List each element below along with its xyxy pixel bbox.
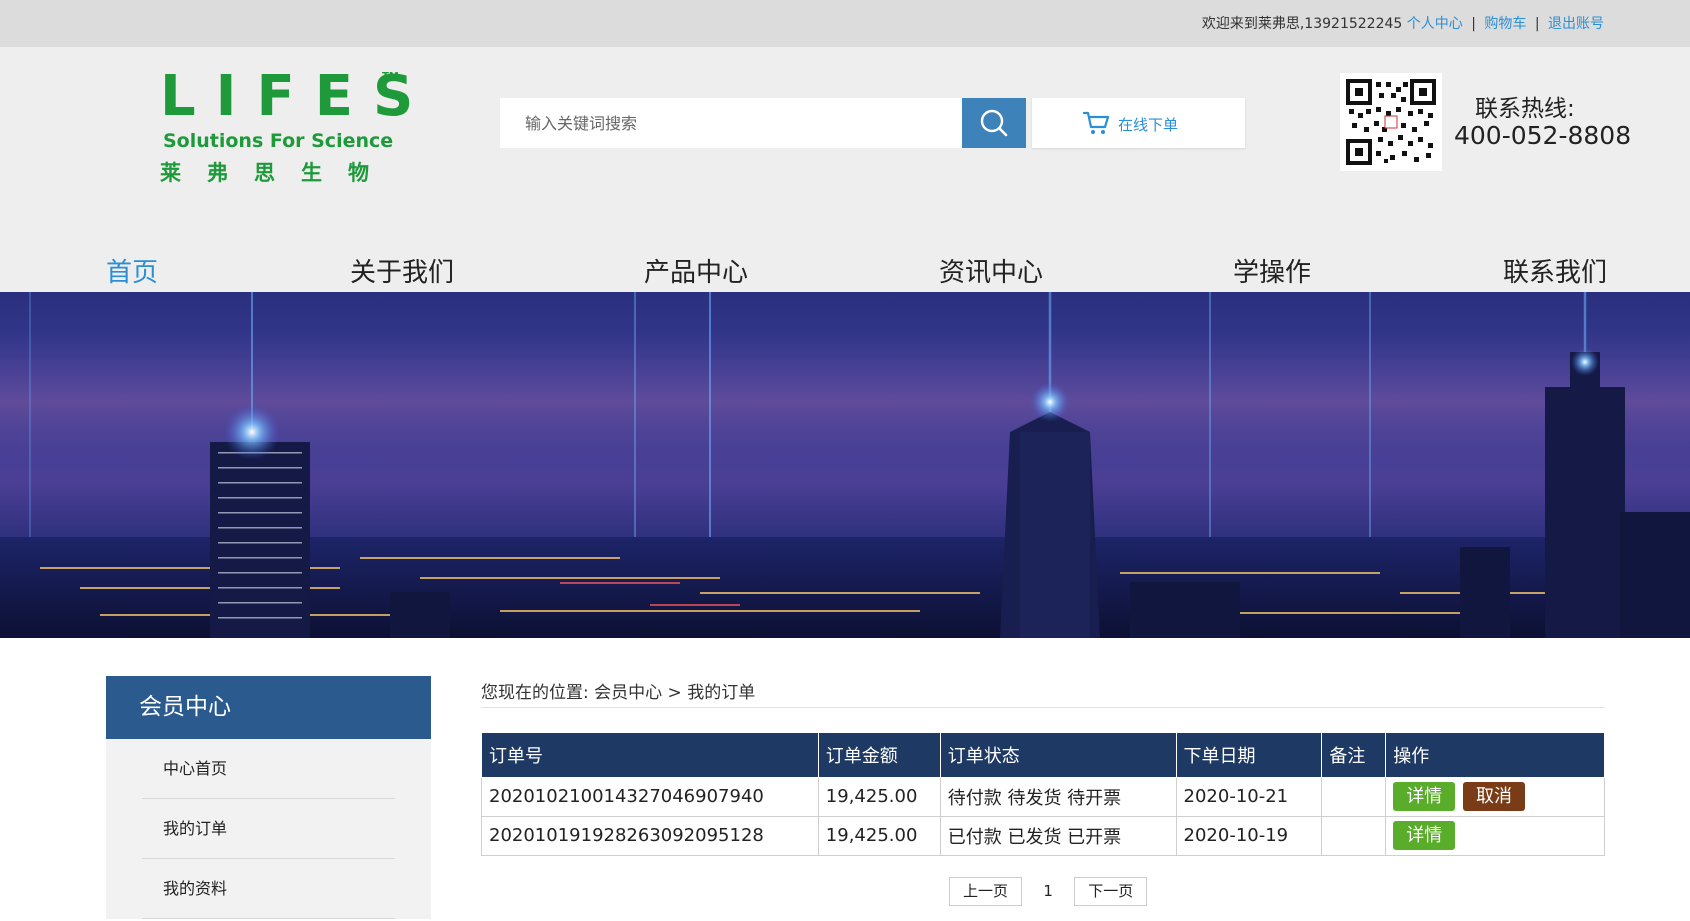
hotline-label: 联系热线: [1475,96,1575,122]
nav-item-news[interactable]: 资讯中心 [939,252,1043,289]
logo-chinese-name: 莱弗思生物 [160,161,395,185]
separator: | [1471,16,1476,32]
breadcrumb-member-center[interactable]: 会员中心 [594,683,662,703]
online-order-button[interactable]: 在线下单 [1032,98,1245,148]
next-page-button[interactable]: 下一页 [1074,877,1148,906]
column-header-date: 下单日期 [1175,733,1323,778]
table-row: 202010191928263092095128 19,425.00 已付款 已… [481,815,1605,856]
column-header-actions: 操作 [1385,733,1605,778]
column-header-status: 订单状态 [939,733,1177,778]
breadcrumb: 您现在的位置: 会员中心 > 我的订单 [481,678,1605,708]
sidebar-item-my-orders[interactable]: 我的订单 [142,799,395,859]
order-no-cell: 202010191928263092095128 [481,815,819,856]
online-order-label: 在线下单 [1118,116,1179,134]
detail-button[interactable]: 详情 [1393,782,1456,811]
search-bar [500,98,1026,148]
top-bar: 欢迎来到莱弗思,13921522245 个人中心 | 购物车 | 退出账号 [0,0,1690,47]
cart-icon [1082,111,1110,134]
amount-cell: 19,425.00 [817,776,941,817]
column-header-amount: 订单金额 [817,733,941,778]
current-page-number[interactable]: 1 [1027,877,1069,906]
logout-link[interactable]: 退出账号 [1548,16,1604,32]
breadcrumb-my-orders[interactable]: 我的订单 [687,683,755,703]
date-cell: 2020-10-19 [1175,815,1323,856]
column-header-order-no: 订单号 [481,733,819,778]
hero-banner [0,292,1690,638]
hotline-number: 400-052-8808 [1454,121,1632,150]
search-button[interactable] [962,98,1026,148]
orders-table: 订单号 订单金额 订单状态 下单日期 备注 操作 202010210014327… [481,733,1605,856]
note-cell [1321,815,1387,856]
member-sidebar: 会员中心 中心首页 我的订单 我的资料 [106,676,431,919]
welcome-text: 欢迎来到莱弗思,13921522245 [1201,16,1403,32]
sidebar-title: 会员中心 [106,676,431,739]
actions-cell: 详情 取消 [1385,776,1605,817]
header: LIFES TM Solutions For Science 莱弗思生物 在线下… [0,47,1690,292]
order-no-cell: 202010210014327046907940 [481,776,819,817]
prev-page-button[interactable]: 上一页 [949,877,1023,906]
status-cell: 待付款 待发货 待开票 [939,776,1177,817]
cancel-button[interactable]: 取消 [1462,782,1525,811]
table-header-row: 订单号 订单金额 订单状态 下单日期 备注 操作 [481,733,1605,778]
table-row: 202010210014327046907940 19,425.00 待付款 待… [481,776,1605,817]
actions-cell: 详情 [1385,815,1605,856]
user-links: 欢迎来到莱弗思,13921522245 个人中心 | 购物车 | 退出账号 [1202,13,1604,33]
qr-code-image [1340,73,1442,171]
sidebar-item-my-profile[interactable]: 我的资料 [142,859,395,919]
logo[interactable]: LIFES TM Solutions For Science 莱弗思生物 [160,67,413,186]
nav-item-home[interactable]: 首页 [106,252,158,289]
breadcrumb-prefix: 您现在的位置: [481,683,589,703]
note-cell [1321,776,1387,817]
logo-slogan: Solutions For Science [163,130,394,152]
pagination: 上一页 1 下一页 [949,877,1148,906]
nav-item-about[interactable]: 关于我们 [350,252,454,289]
sidebar-item-center-home[interactable]: 中心首页 [142,739,395,799]
detail-button[interactable]: 详情 [1393,821,1456,850]
sidebar-menu: 中心首页 我的订单 我的资料 [106,739,431,919]
breadcrumb-separator: > [667,683,682,703]
column-header-note: 备注 [1321,733,1387,778]
cart-link[interactable]: 购物车 [1484,16,1526,32]
nav-item-contact[interactable]: 联系我们 [1503,252,1607,289]
amount-cell: 19,425.00 [817,815,941,856]
city-skyline-image [0,292,1690,638]
separator: | [1534,16,1540,32]
search-input[interactable] [500,98,962,148]
date-cell: 2020-10-21 [1175,776,1323,817]
member-center-link[interactable]: 个人中心 [1407,16,1463,32]
main-nav: 首页 关于我们 产品中心 资讯中心 学操作 联系我们 [0,244,1690,292]
status-cell: 已付款 已发货 已开票 [939,815,1177,856]
nav-item-tutorials[interactable]: 学操作 [1233,252,1311,289]
logo-trademark: TM [382,71,399,82]
search-icon [980,109,1008,137]
nav-item-products[interactable]: 产品中心 [644,252,748,289]
